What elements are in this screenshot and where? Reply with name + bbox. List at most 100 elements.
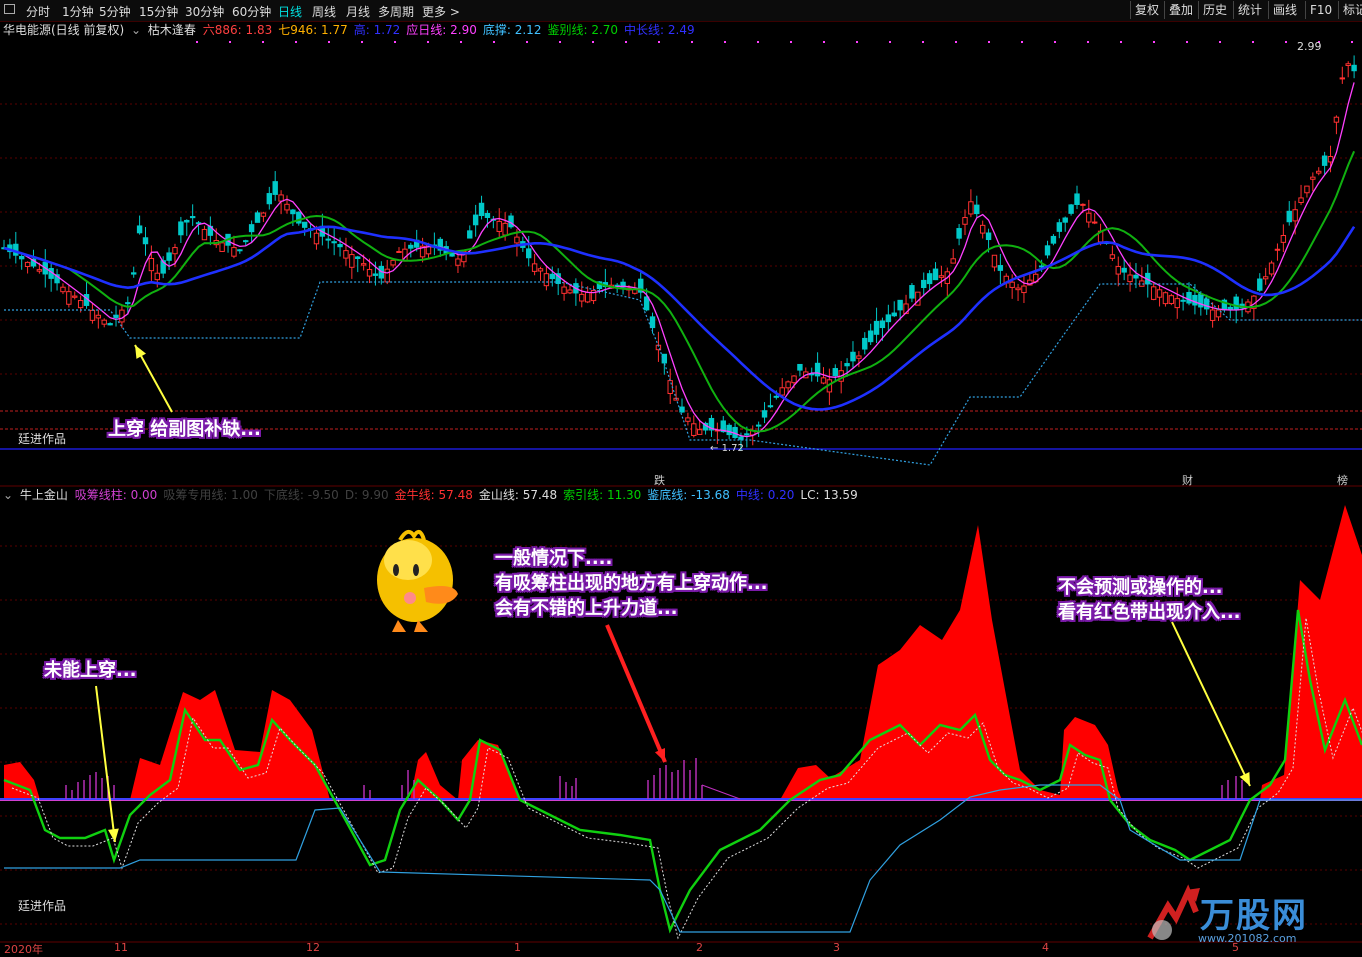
indicator-name[interactable]: 枯木逢春 (148, 23, 196, 37)
candle-body (779, 387, 785, 396)
main_header-value-1: 七946: 1.77 (278, 23, 350, 37)
main_header-value-num-1: 1.77 (321, 23, 348, 37)
sub_header-value-num-7: -13.68 (691, 488, 730, 502)
top-mark (856, 41, 858, 43)
marker-cai[interactable]: 财 (1182, 472, 1193, 488)
sub_header-value-num-6: 11.30 (606, 488, 642, 502)
candle-body (1056, 222, 1063, 232)
sub_header-value-label-6: 索引线: (563, 488, 607, 502)
candle-body (1274, 248, 1281, 251)
main_header-value-label-1: 七946: (278, 23, 321, 37)
annotation-no-predict-1: 不会预测或操作的... (1058, 577, 1223, 598)
candle-body (237, 249, 243, 252)
candle-body (1310, 176, 1316, 180)
sub-chevron-icon[interactable]: ⌄ (3, 488, 13, 502)
top-mark (526, 41, 528, 43)
candle-body (390, 259, 396, 266)
marker-bang[interactable]: 榜 (1337, 472, 1348, 488)
top-mark (493, 41, 495, 43)
candle-body (337, 244, 343, 248)
sub_header-value-num-5: 57.48 (522, 488, 558, 502)
main-chart-header: 华电能源(日线 前复权) ⌄ 枯木逢春 六886: 1.83 七946: 1.77… (3, 22, 704, 38)
sub_header-value-label-4: 金牛线: (394, 488, 439, 502)
candle-body (561, 286, 567, 294)
sub_header-value-0: 吸筹线柱: 0.00 (75, 488, 161, 502)
main_header-value-0: 六886: 1.83 (203, 23, 275, 37)
candle-body (950, 258, 956, 264)
candle-body (726, 424, 732, 436)
duck-mascot-icon (377, 529, 458, 632)
main_header-value-label-2: 高: (353, 23, 374, 37)
candle-body (844, 363, 850, 367)
candle-body (1109, 254, 1116, 259)
candle-body (661, 353, 668, 364)
sub_header-value-label-1: 吸筹专用线: (163, 488, 232, 502)
candle-body (962, 217, 968, 225)
marker-die[interactable]: 跌 (654, 472, 665, 488)
candle-body (148, 257, 155, 272)
candle-body (1127, 274, 1133, 283)
candle-body (366, 269, 373, 277)
main_header-value-label-5: 鉴别线: (547, 23, 592, 37)
candle-body (343, 250, 349, 259)
candle-body (1156, 289, 1163, 298)
candle-body (997, 265, 1004, 271)
candle-body (514, 236, 520, 244)
candle-body (24, 261, 31, 268)
candle-body (873, 320, 880, 335)
candle-body (77, 300, 84, 309)
top-mark (823, 41, 825, 43)
candle-body (1186, 291, 1192, 304)
candle-body (985, 232, 992, 241)
sub_header-value-num-4: 57.48 (438, 488, 473, 502)
arrow-icon-4 (1171, 621, 1251, 787)
top-mark (1351, 41, 1353, 43)
top-mark (592, 41, 594, 43)
candle-body (172, 247, 178, 255)
stock-title[interactable]: 华电能源(日线 前复权) (3, 23, 124, 37)
price-low-label: ← 1.72 (710, 443, 744, 454)
top-mark (922, 41, 924, 43)
main_header-value-label-3: 应日线: (406, 23, 451, 37)
top-mark (625, 41, 627, 43)
annotation-general-1: 一般情况下.... (495, 548, 613, 569)
candle-body (531, 263, 538, 272)
chart-canvas[interactable] (0, 0, 1362, 956)
candle-body (248, 224, 255, 233)
candle-body (797, 363, 803, 371)
sub-indicator-name[interactable]: 牛上金山 (20, 488, 68, 502)
candle-body (119, 309, 125, 323)
candle-body (1192, 294, 1198, 306)
candle-body (72, 295, 78, 298)
candle-body (738, 436, 744, 440)
candle-body (478, 202, 485, 217)
top-mark (691, 41, 693, 43)
candle-body (761, 410, 768, 418)
candle-body (1298, 197, 1304, 204)
candle-body (1121, 267, 1127, 273)
x-label-2: 2 (696, 941, 703, 954)
top-mark (1054, 41, 1056, 43)
sub_header-value-label-8: 中线: (735, 488, 768, 502)
arrow-icon-2 (95, 685, 116, 843)
chevron-down-icon[interactable]: ⌄ (131, 23, 141, 37)
candle-body (1280, 235, 1287, 243)
main_header-value-num-3: 2.90 (450, 23, 477, 37)
candle-body (1015, 287, 1021, 291)
candle-body (1009, 281, 1015, 288)
candle-body (1327, 156, 1334, 163)
candle-body (360, 263, 367, 266)
candle-body (938, 275, 945, 278)
top-mark (1087, 41, 1089, 43)
candle-body (1209, 309, 1216, 321)
main_header-value-4: 底撑: 2.12 (483, 23, 545, 37)
top-mark (328, 41, 330, 43)
candle-body (1286, 210, 1292, 223)
candle-body (467, 230, 473, 239)
top-mark (295, 41, 297, 43)
candle-body (231, 247, 237, 257)
sub_header-value-num-3: 9.90 (361, 488, 389, 502)
candle-body (820, 377, 827, 384)
x-label-2020: 2020年 (4, 943, 43, 956)
candle-body (979, 224, 986, 234)
